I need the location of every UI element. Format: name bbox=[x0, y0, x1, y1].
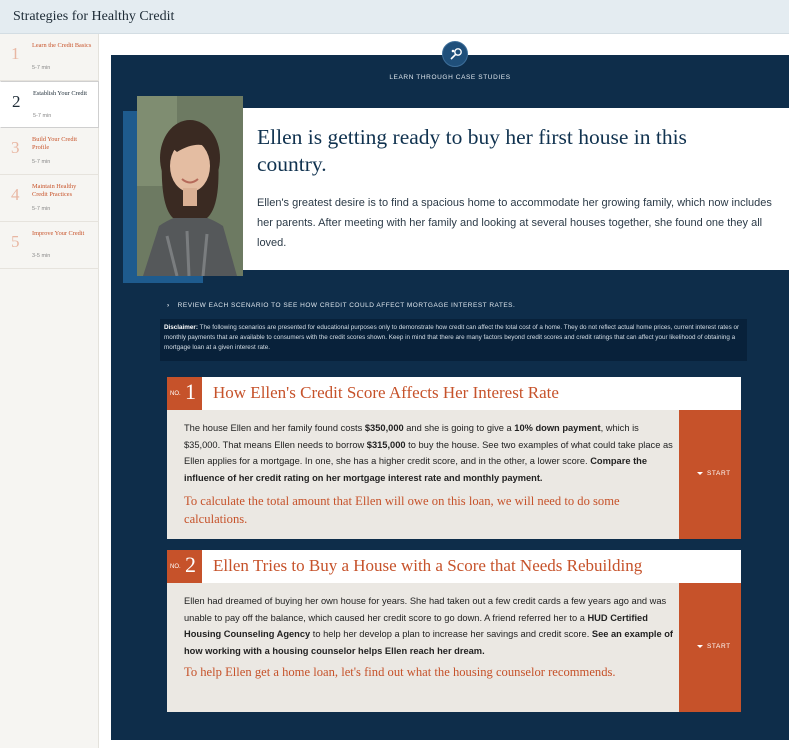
scenario-number: 1 bbox=[185, 379, 196, 404]
scenario-body: The house Ellen and her family found cos… bbox=[167, 410, 741, 539]
scenario-cta-text: To help Ellen get a home loan, let's fin… bbox=[184, 665, 616, 679]
scenario-cta-text: To calculate the total amount that Ellen… bbox=[184, 494, 620, 526]
sidebar-item-module-2[interactable]: 2 Establish Your Credit 5-7 min bbox=[0, 81, 99, 128]
start-button[interactable]: START bbox=[679, 583, 741, 712]
caret-down-icon bbox=[697, 471, 703, 475]
scenario-no-label: NO. bbox=[170, 391, 181, 397]
module-number: 2 bbox=[12, 92, 21, 111]
text-run: The house Ellen and her family found cos… bbox=[184, 423, 365, 433]
text-run-bold: 10% down payment bbox=[514, 423, 601, 433]
story-headline: Ellen is getting ready to buy her first … bbox=[257, 125, 687, 176]
disclaimer-label: Disclaimer: bbox=[164, 324, 198, 331]
scenario-card-2: NO. 2 Ellen Tries to Buy a House with a … bbox=[167, 550, 741, 712]
top-bar: Strategies for Healthy Credit bbox=[0, 0, 789, 34]
module-duration: 5-7 min bbox=[32, 159, 51, 165]
module-label: Learn the Credit Basics bbox=[32, 42, 92, 49]
text-run-bold: $350,000 bbox=[364, 423, 404, 433]
module-duration: 5-7 min bbox=[32, 206, 51, 212]
scenario-number: 2 bbox=[185, 552, 196, 577]
caret-down-icon bbox=[697, 644, 703, 648]
module-duration: 5-7 min bbox=[33, 113, 52, 119]
scenario-text: Ellen had dreamed of buying her own hous… bbox=[184, 593, 674, 659]
course-title: Strategies for Healthy Credit bbox=[13, 9, 175, 24]
text-run-bold: $315,000 bbox=[366, 439, 406, 450]
sidebar-item-module-1[interactable]: 1 Learn the Credit Basics 5-7 min bbox=[0, 34, 99, 81]
scenario-title: How Ellen's Credit Score Affects Her Int… bbox=[213, 383, 559, 402]
module-sidebar: 1 Learn the Credit Basics 5-7 min 2 Esta… bbox=[0, 34, 99, 748]
story-card: Ellen is getting ready to buy her first … bbox=[243, 108, 789, 270]
text-run: and she is going to give a bbox=[403, 423, 515, 433]
chevron-right-icon: › bbox=[167, 302, 170, 309]
sidebar-item-module-4[interactable]: 4 Maintain Healthy Credit Practices 5-7 … bbox=[0, 175, 99, 222]
scenario-text: The house Ellen and her family found cos… bbox=[184, 420, 674, 486]
ellen-portrait bbox=[137, 96, 243, 276]
review-text: REVIEW EACH SCENARIO TO SEE HOW CREDIT C… bbox=[177, 302, 516, 309]
module-label: Maintain Healthy Credit Practices bbox=[32, 183, 77, 198]
start-label: START bbox=[707, 470, 731, 477]
module-number: 5 bbox=[11, 232, 20, 251]
story-description: Ellen's greatest desire is to find a spa… bbox=[257, 197, 772, 249]
case-study-panel: LEARN THROUGH CASE STUDIES Ellen is gett… bbox=[111, 41, 789, 740]
module-number: 1 bbox=[11, 44, 20, 63]
text-run: to help her develop a plan to increase h… bbox=[310, 629, 592, 639]
sidebar-item-module-5[interactable]: 5 Improve Your Credit 3-5 min bbox=[0, 222, 99, 269]
module-duration: 5-7 min bbox=[32, 65, 51, 71]
module-number: 4 bbox=[11, 185, 20, 204]
start-button[interactable]: START bbox=[679, 410, 741, 539]
module-label: Build Your Credit Profile bbox=[32, 136, 77, 151]
module-number: 3 bbox=[11, 138, 20, 157]
section-eyebrow: LEARN THROUGH CASE STUDIES bbox=[389, 74, 511, 81]
module-duration: 3-5 min bbox=[32, 253, 51, 259]
module-label: Establish Your Credit bbox=[33, 90, 88, 97]
scenario-number-badge: NO. 2 bbox=[167, 550, 202, 583]
disclaimer-box: Disclaimer: The following scenarios are … bbox=[160, 319, 747, 361]
scenario-card-1: NO. 1 How Ellen's Credit Score Affects H… bbox=[167, 377, 741, 539]
scenario-number-badge: NO. 1 bbox=[167, 377, 202, 410]
start-label: START bbox=[707, 643, 731, 650]
magnifier-people-icon bbox=[442, 41, 468, 67]
review-instruction: › REVIEW EACH SCENARIO TO SEE HOW CREDIT … bbox=[167, 302, 515, 309]
scenario-header: NO. 1 How Ellen's Credit Score Affects H… bbox=[167, 377, 741, 410]
scenario-title: Ellen Tries to Buy a House with a Score … bbox=[213, 556, 643, 575]
sidebar-item-module-3[interactable]: 3 Build Your Credit Profile 5-7 min bbox=[0, 128, 99, 175]
scenario-body: Ellen had dreamed of buying her own hous… bbox=[167, 583, 741, 712]
scenario-no-label: NO. bbox=[170, 564, 181, 570]
scenario-header: NO. 2 Ellen Tries to Buy a House with a … bbox=[167, 550, 741, 583]
disclaimer-text: The following scenarios are presented fo… bbox=[164, 324, 740, 351]
module-label: Improve Your Credit bbox=[32, 230, 85, 237]
